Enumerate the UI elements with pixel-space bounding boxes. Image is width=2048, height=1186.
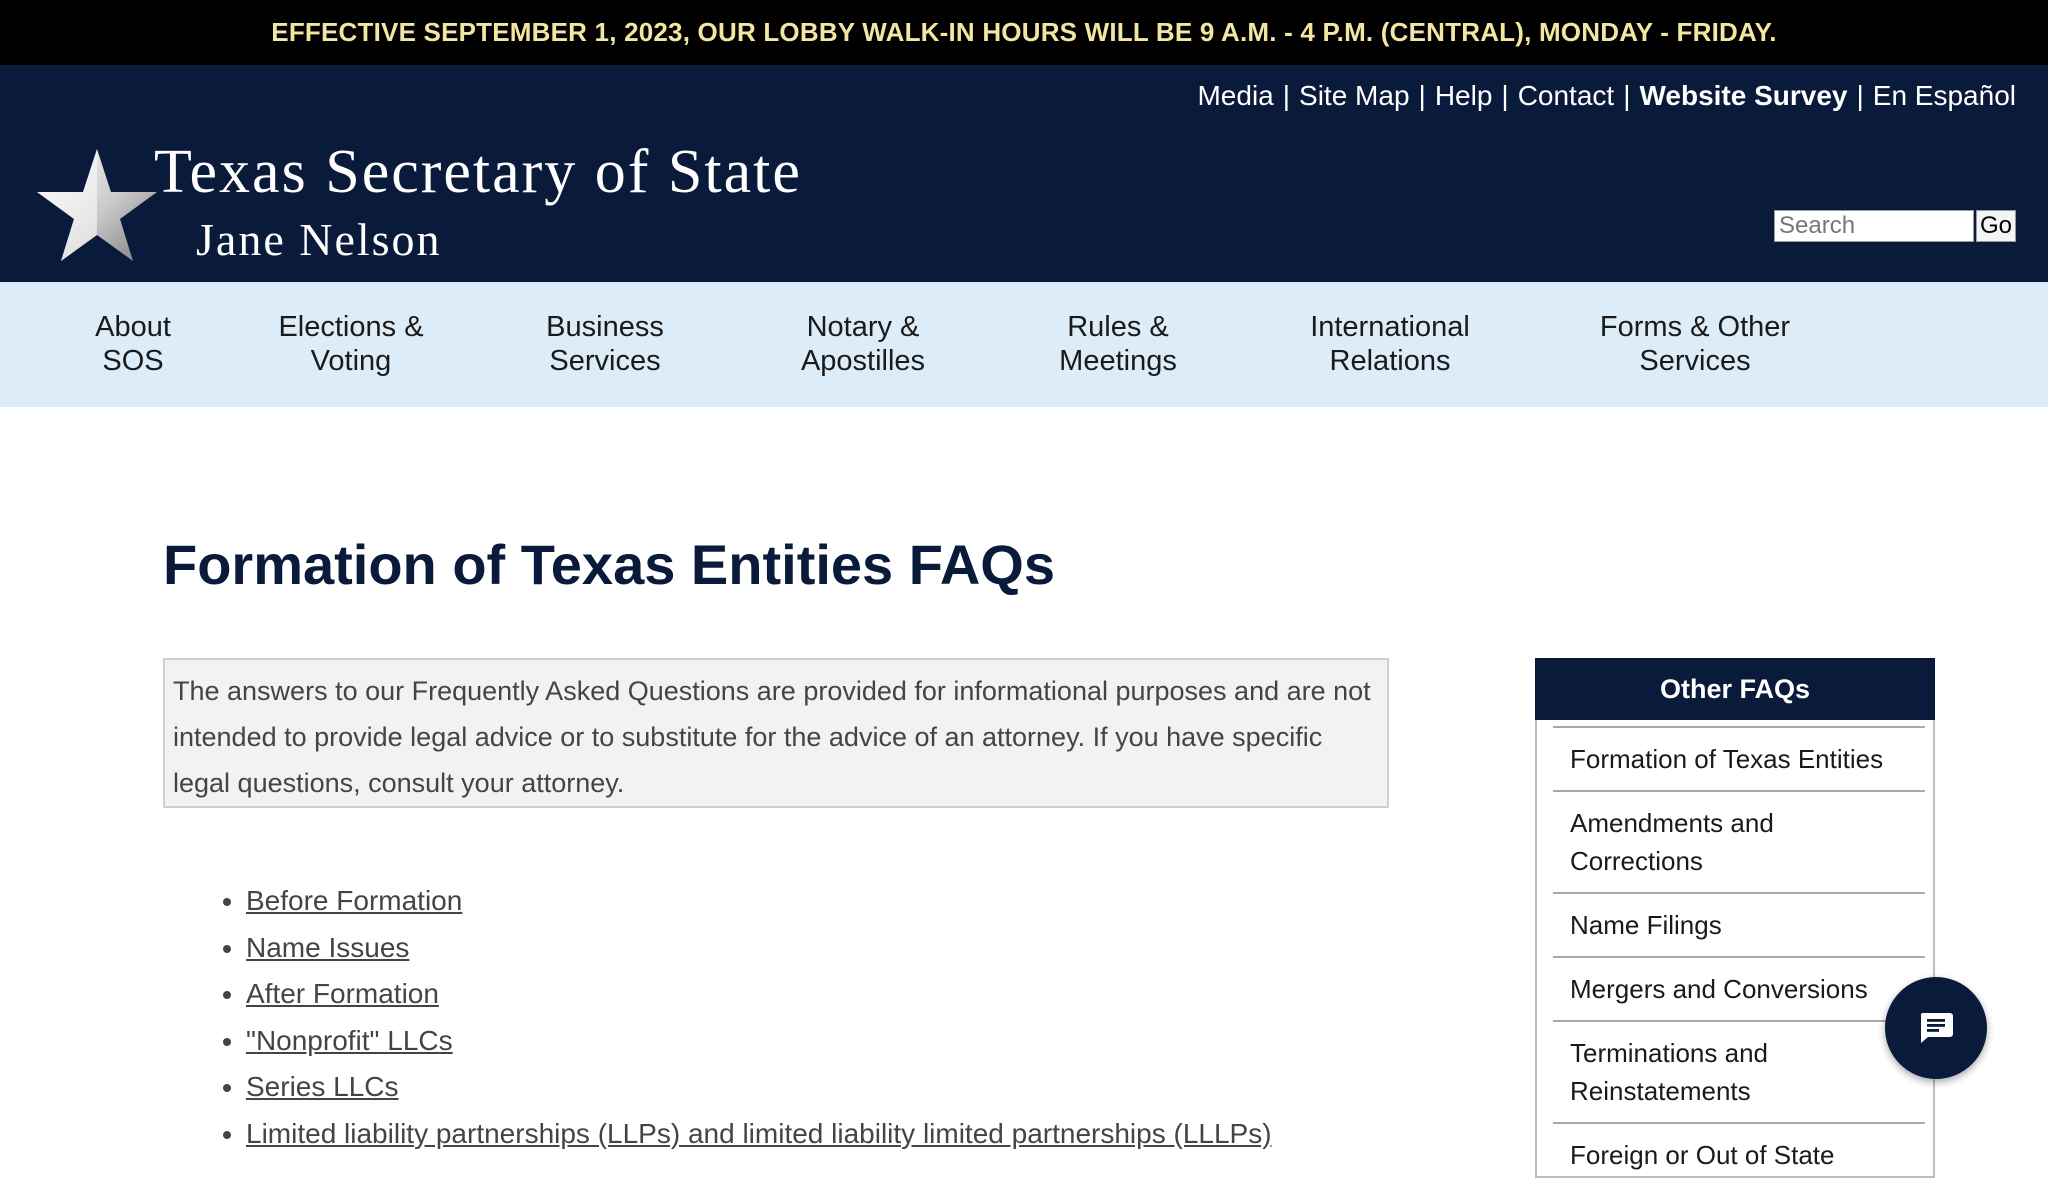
site-map-link[interactable]: Site Map xyxy=(1299,80,1410,112)
site-header: Media | Site Map | Help | Contact | Webs… xyxy=(0,65,2048,282)
faq-link-name-issues[interactable]: Name Issues xyxy=(246,932,409,963)
site-title[interactable]: Texas Secretary of State xyxy=(154,137,802,208)
sidebar-item-foreign[interactable]: Foreign or Out of State xyxy=(1553,1122,1925,1186)
sidebar-list: Formation of Texas Entities Amendments a… xyxy=(1537,720,1933,1186)
separator: | xyxy=(1282,80,1291,111)
nav-item-business-services[interactable]: Business Services xyxy=(546,310,664,378)
nav-item-notary-apostilles[interactable]: Notary & Apostilles xyxy=(801,310,925,378)
nav-item-forms-other-services[interactable]: Forms & Other Services xyxy=(1600,310,1790,378)
utility-nav: Media | Site Map | Help | Contact | Webs… xyxy=(1197,80,2016,112)
disclaimer-box: The answers to our Frequently Asked Ques… xyxy=(163,658,1389,808)
page-title: Formation of Texas Entities FAQs xyxy=(163,533,1056,596)
separator: | xyxy=(1418,80,1426,111)
sidebar-item-name-filings[interactable]: Name Filings xyxy=(1553,892,1925,956)
faq-section-list: Before Formation Name Issues After Forma… xyxy=(200,878,1272,1157)
alert-banner: EFFECTIVE SEPTEMBER 1, 2023, OUR LOBBY W… xyxy=(0,0,2048,65)
chat-button[interactable] xyxy=(1885,977,1987,1079)
separator: | xyxy=(1623,80,1631,111)
search-go-button[interactable]: Go xyxy=(1976,210,2016,242)
alert-text: EFFECTIVE SEPTEMBER 1, 2023, OUR LOBBY W… xyxy=(271,17,1777,47)
faq-link-llps-lllps[interactable]: Limited liability partnerships (LLPs) an… xyxy=(246,1118,1272,1149)
main-nav: About SOS Elections & Voting Business Se… xyxy=(0,282,2048,407)
search-input[interactable] xyxy=(1774,210,1974,242)
sidebar-item-terminations[interactable]: Terminations and Reinstatements xyxy=(1553,1020,1925,1122)
nav-item-international-relations[interactable]: International Relations xyxy=(1310,310,1470,378)
list-item: Limited liability partnerships (LLPs) an… xyxy=(246,1111,1272,1158)
sidebar-item-mergers[interactable]: Mergers and Conversions xyxy=(1553,956,1925,1020)
contact-link[interactable]: Contact xyxy=(1518,80,1615,112)
other-faqs-sidebar: Other FAQs Formation of Texas Entities A… xyxy=(1535,658,1935,1178)
sidebar-item-amendments[interactable]: Amendments and Corrections xyxy=(1553,790,1925,892)
faq-link-after-formation[interactable]: After Formation xyxy=(246,978,439,1009)
list-item: "Nonprofit" LLCs xyxy=(246,1018,1272,1065)
faq-link-before-formation[interactable]: Before Formation xyxy=(246,885,462,916)
list-item: After Formation xyxy=(246,971,1272,1018)
site-subtitle: Jane Nelson xyxy=(196,214,442,265)
media-link[interactable]: Media xyxy=(1197,80,1273,112)
nav-item-about-sos[interactable]: About SOS xyxy=(95,310,171,378)
help-link[interactable]: Help xyxy=(1435,80,1493,112)
sidebar-item-formation[interactable]: Formation of Texas Entities xyxy=(1553,726,1925,790)
website-survey-link[interactable]: Website Survey xyxy=(1639,80,1847,112)
list-item: Before Formation xyxy=(246,878,1272,925)
star-icon[interactable] xyxy=(32,145,162,265)
nav-item-rules-meetings[interactable]: Rules & Meetings xyxy=(1059,310,1177,378)
separator: | xyxy=(1856,80,1864,111)
faq-link-series-llcs[interactable]: Series LLCs xyxy=(246,1071,399,1102)
separator: | xyxy=(1501,80,1509,111)
sidebar-header: Other FAQs xyxy=(1535,658,1935,720)
search-form: Go xyxy=(1774,210,2016,242)
faq-link-nonprofit-llcs[interactable]: "Nonprofit" LLCs xyxy=(246,1025,453,1056)
chat-icon xyxy=(1920,1013,1953,1043)
nav-item-elections-voting[interactable]: Elections & Voting xyxy=(278,310,423,378)
en-espanol-link[interactable]: En Español xyxy=(1873,80,2016,112)
list-item: Series LLCs xyxy=(246,1064,1272,1111)
list-item: Name Issues xyxy=(246,925,1272,972)
